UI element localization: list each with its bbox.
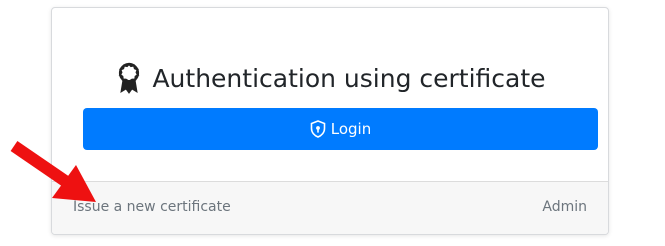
login-button[interactable]: Login <box>83 108 598 150</box>
admin-link[interactable]: Admin <box>542 199 587 215</box>
login-button-label: Login <box>330 120 372 138</box>
certificate-award-icon <box>114 60 144 96</box>
auth-card: Authentication using certificate Login I… <box>51 7 609 235</box>
red-arrow-annotation-icon <box>10 141 96 202</box>
card-footer: Issue a new certificate Admin <box>52 181 608 234</box>
shield-lock-icon <box>310 120 326 138</box>
page-title: Authentication using certificate <box>152 63 546 93</box>
card-title: Authentication using certificate <box>52 60 608 96</box>
